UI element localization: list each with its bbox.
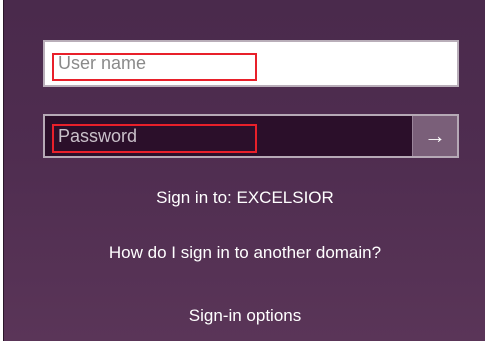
arrow-right-icon: →	[424, 123, 446, 148]
username-field-container	[43, 40, 459, 87]
password-input[interactable]	[45, 116, 412, 156]
other-domain-link[interactable]: How do I sign in to another domain?	[4, 243, 485, 263]
submit-button[interactable]: →	[412, 116, 457, 156]
sign-in-to-label: Sign in to: EXCELSIOR	[156, 188, 334, 207]
login-panel: → Sign in to: EXCELSIOR How do I sign in…	[3, 0, 485, 341]
password-field-container: →	[43, 114, 459, 158]
sign-in-options-link[interactable]: Sign-in options	[4, 306, 485, 326]
username-input[interactable]	[45, 42, 457, 85]
